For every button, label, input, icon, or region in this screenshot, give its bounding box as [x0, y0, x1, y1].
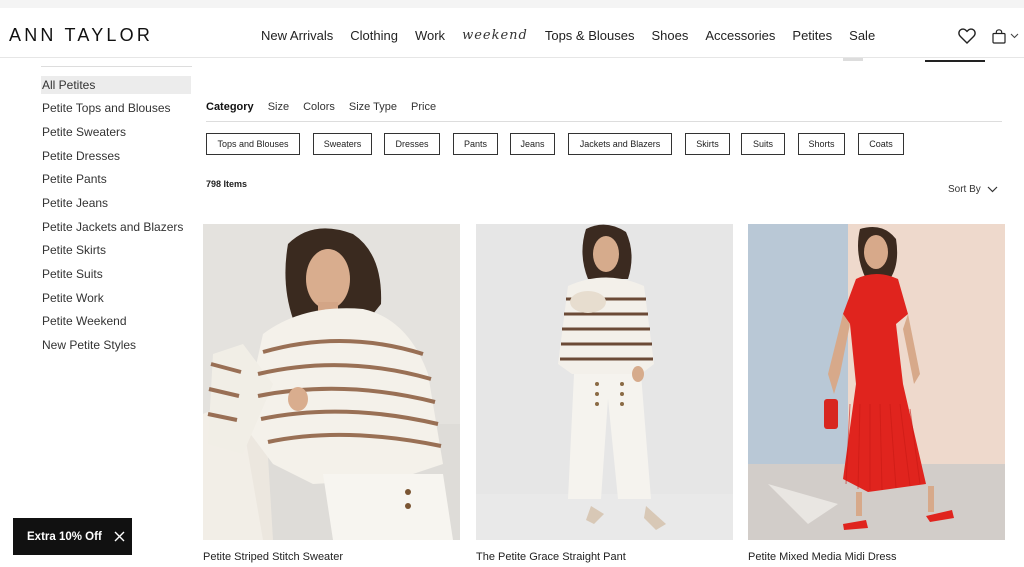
items-count: 798 Items [206, 179, 248, 189]
header-icons [957, 26, 1024, 46]
sidebar-item-petite-tops-blouses[interactable]: Petite Tops and Blouses [42, 101, 171, 115]
chip-jackets-blazers[interactable]: Jackets and Blazers [568, 133, 672, 155]
brand-logo[interactable]: ANN TAYLOR [9, 25, 153, 46]
tab-size[interactable]: Size [268, 101, 289, 121]
nav-item-work[interactable]: Work [415, 28, 445, 43]
sidebar-item-all-petites[interactable]: All Petites [41, 76, 191, 94]
header-underline-decor [925, 60, 985, 62]
nav-item-petites[interactable]: Petites [792, 28, 832, 43]
product-image-dress[interactable] [748, 224, 1005, 540]
sort-by-dropdown[interactable]: Sort By [948, 184, 998, 195]
nav-item-accessories[interactable]: Accessories [705, 28, 775, 43]
product-card[interactable]: Petite Mixed Media Midi Dress [748, 224, 1005, 563]
sidebar-item-petite-jeans[interactable]: Petite Jeans [42, 196, 108, 210]
sidebar-item-petite-jackets-blazers[interactable]: Petite Jackets and Blazers [42, 220, 183, 234]
chip-coats[interactable]: Coats [858, 133, 904, 155]
tab-price[interactable]: Price [411, 101, 436, 121]
sidebar-item-petite-dresses[interactable]: Petite Dresses [42, 149, 120, 163]
promo-banner[interactable]: Extra 10% Off [13, 518, 132, 555]
tab-colors[interactable]: Colors [303, 101, 335, 121]
nav-item-shoes[interactable]: Shoes [651, 28, 688, 43]
main-nav: New Arrivals Clothing Work weekend Tops … [261, 27, 892, 43]
nav-item-clothing[interactable]: Clothing [350, 28, 398, 43]
chip-tops-blouses[interactable]: Tops and Blouses [206, 133, 300, 155]
product-card[interactable]: Petite Striped Stitch Sweater [203, 224, 460, 563]
chip-shorts[interactable]: Shorts [798, 133, 845, 155]
product-name[interactable]: The Petite Grace Straight Pant [476, 551, 626, 563]
heart-icon[interactable] [957, 26, 977, 46]
chip-pants[interactable]: Pants [453, 133, 498, 155]
promo-label[interactable]: Extra 10% Off [27, 531, 102, 543]
shopping-bag-icon[interactable] [991, 26, 1007, 46]
chip-suits[interactable]: Suits [741, 133, 785, 155]
sidebar-item-petite-sweaters[interactable]: Petite Sweaters [42, 125, 126, 139]
site-header: ANN TAYLOR New Arrivals Clothing Work we… [0, 8, 1024, 58]
chip-dresses[interactable]: Dresses [384, 133, 440, 155]
chip-sweaters[interactable]: Sweaters [313, 133, 372, 155]
chevron-down-icon[interactable] [1009, 26, 1019, 46]
tab-size-type[interactable]: Size Type [349, 101, 397, 121]
chevron-down-icon [987, 186, 998, 193]
sidebar-item-petite-suits[interactable]: Petite Suits [42, 267, 103, 281]
nav-item-weekend[interactable]: weekend [462, 28, 528, 43]
chip-skirts[interactable]: Skirts [685, 133, 730, 155]
sidebar-item-petite-skirts[interactable]: Petite Skirts [42, 243, 106, 257]
nav-item-new-arrivals[interactable]: New Arrivals [261, 28, 333, 43]
tab-category[interactable]: Category [206, 101, 254, 121]
sidebar-item-petite-work[interactable]: Petite Work [42, 291, 104, 305]
close-icon[interactable] [114, 531, 125, 542]
product-name[interactable]: Petite Striped Stitch Sweater [203, 551, 343, 563]
sort-by-label: Sort By [948, 184, 981, 195]
filter-divider [206, 121, 1002, 122]
product-image-pant[interactable] [476, 224, 733, 540]
product-image-sweater[interactable] [203, 224, 460, 540]
sidebar-item-new-petite-styles[interactable]: New Petite Styles [42, 338, 136, 352]
nav-item-sale[interactable]: Sale [849, 28, 875, 43]
filter-tabs: Category Size Colors Size Type Price [206, 101, 450, 121]
top-strip [0, 0, 1024, 8]
product-card[interactable]: The Petite Grace Straight Pant [476, 224, 733, 563]
sidebar-divider [41, 66, 192, 67]
nav-item-tops-blouses[interactable]: Tops & Blouses [545, 28, 635, 43]
partial-decor [843, 58, 863, 61]
product-name[interactable]: Petite Mixed Media Midi Dress [748, 551, 897, 563]
sidebar-item-petite-weekend[interactable]: Petite Weekend [42, 314, 127, 328]
sidebar-item-petite-pants[interactable]: Petite Pants [42, 172, 107, 186]
chip-jeans[interactable]: Jeans [510, 133, 555, 155]
